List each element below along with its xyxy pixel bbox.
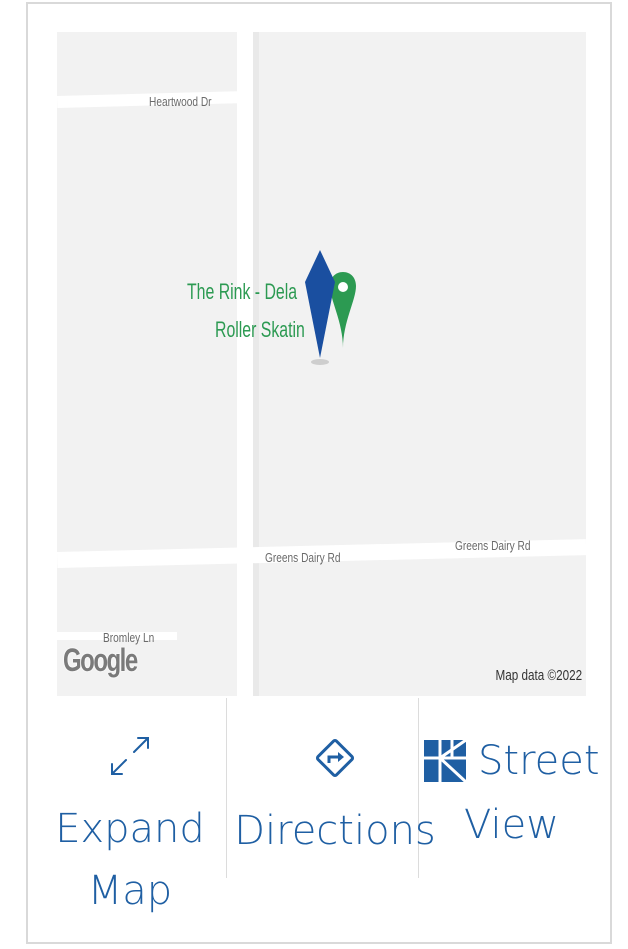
road-label-heartwood: Heartwood Dr xyxy=(149,94,212,109)
expand-label-line2: Map xyxy=(87,868,173,914)
road-label-greens-dairy-left: Greens Dairy Rd xyxy=(265,550,341,565)
divider-1 xyxy=(226,698,227,878)
road-vertical-right xyxy=(253,32,259,696)
poi-label-line2: Roller Skatin xyxy=(215,317,305,342)
street-view-label-line1: Street xyxy=(478,738,600,784)
map-attribution[interactable]: Map data ©2022 xyxy=(495,667,582,684)
expand-icon xyxy=(111,737,149,775)
expand-map-button[interactable]: Expand Map xyxy=(40,698,220,922)
directions-label: Directions xyxy=(234,808,436,854)
expand-label-line1: Expand xyxy=(55,806,205,852)
road-label-greens-dairy-right: Greens Dairy Rd xyxy=(455,538,531,553)
location-marker-icon[interactable] xyxy=(305,250,335,366)
directions-icon xyxy=(315,738,355,778)
map-view[interactable]: Heartwood Dr Greens Dairy Rd Greens Dair… xyxy=(57,32,586,696)
street-view-icon xyxy=(424,738,468,784)
poi-label-line1: The Rink - Dela xyxy=(187,279,298,304)
street-view-label-line2: View xyxy=(464,802,559,848)
map-actions: Expand Map Directions Street View xyxy=(28,698,610,938)
directions-button[interactable]: Directions xyxy=(228,698,442,862)
google-logo: Google xyxy=(63,642,138,678)
street-view-button[interactable]: Street View xyxy=(420,698,608,856)
